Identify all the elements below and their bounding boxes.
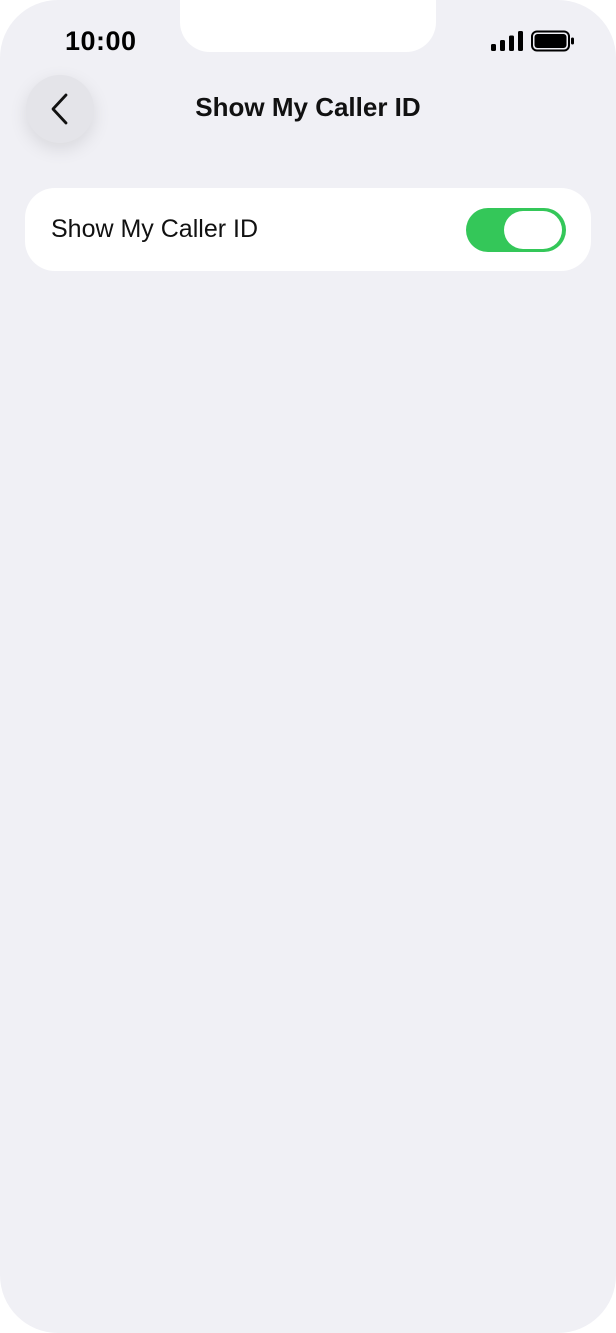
caller-id-toggle[interactable]	[466, 208, 566, 252]
phone-screen: 10:00 Show My Caller ID Show My Caller I…	[0, 0, 616, 1333]
page-title: Show My Caller ID	[195, 92, 421, 122]
cellular-signal-icon	[491, 31, 523, 51]
battery-icon	[531, 30, 574, 52]
caller-id-setting-label: Show My Caller ID	[51, 215, 258, 243]
status-time: 10:00	[65, 26, 137, 56]
caller-id-setting-row: Show My Caller ID	[25, 188, 591, 271]
notch	[180, 0, 436, 52]
toggle-knob	[504, 211, 562, 249]
